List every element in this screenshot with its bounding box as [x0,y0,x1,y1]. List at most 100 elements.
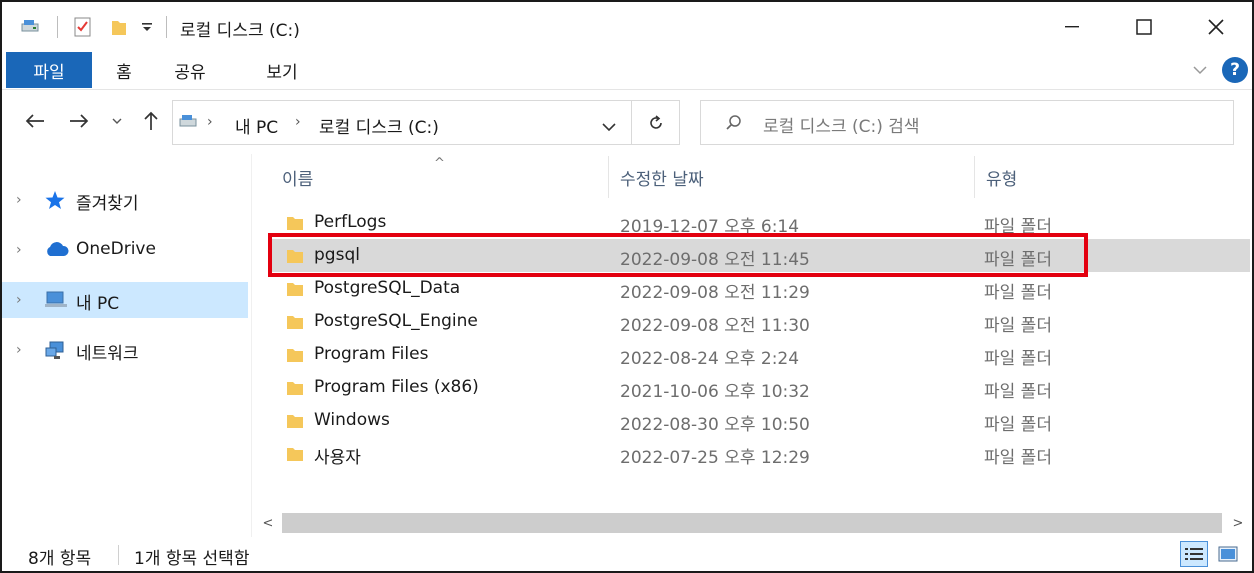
drive-icon[interactable] [20,14,42,40]
folder-icon [286,346,304,364]
tab-view[interactable]: 보기 [254,52,310,88]
column-header-type[interactable]: 유형 [986,154,1017,200]
folder-icon [286,412,304,430]
chevron-right-icon[interactable]: › [16,242,30,258]
file-name: Program Files [314,344,429,364]
status-separator [118,545,119,565]
computer-icon [44,290,68,310]
file-date: 2021-10-06 오후 10:32 [620,382,810,402]
qat-separator [57,16,58,38]
new-folder-icon[interactable] [110,14,128,40]
tab-file[interactable]: 파일 [6,52,92,88]
nav-item-my-pc[interactable]: › 내 PC [2,282,248,318]
breadcrumb-my-pc[interactable]: 내 PC [235,113,278,138]
nav-item-onedrive[interactable]: › OneDrive [2,232,248,268]
nav-label: OneDrive [76,239,156,259]
file-row[interactable]: Program Files (x86) 2021-10-06 오후 10:32 파일… [272,371,1250,404]
explorer-window: 로컬 디스크 (C:) 파일 홈 공유 보기 ? › 내 PC › 로컬 디스크… [0,0,1254,573]
computer-icon [178,113,200,136]
folder-icon [286,313,304,331]
forward-button[interactable] [64,106,94,136]
file-name: PostgreSQL_Data [314,278,461,298]
file-row[interactable]: PostgreSQL_Engine 2022-09-08 오전 11:30 파일 폴… [272,305,1250,338]
scroll-right-icon[interactable]: > [1228,513,1248,533]
file-type: 파일 폴더 [984,283,1052,303]
horizontal-scrollbar[interactable]: < > [254,511,1252,535]
close-button[interactable] [1180,2,1252,52]
address-row: › 내 PC › 로컬 디스크 (C:) 로컬 디스크 (C:) 검색 [2,92,1252,154]
window-title: 로컬 디스크 (C:) [180,21,300,41]
file-name: PostgreSQL_Engine [314,311,478,331]
search-input[interactable]: 로컬 디스크 (C:) 검색 [700,100,1234,145]
breadcrumb-local-disk[interactable]: 로컬 디스크 (C:) [319,113,439,138]
column-header-name[interactable]: 이름 [282,154,313,200]
network-icon [44,340,68,360]
file-type: 파일 폴더 [984,382,1052,402]
sort-ascending-icon: ^ [434,156,445,171]
chevron-right-icon[interactable]: › [16,292,30,308]
maximize-icon [1136,19,1152,35]
folder-icon [286,379,304,397]
arrow-up-icon [144,111,158,130]
selection-count: 1개 항목 선택함 [134,549,250,569]
properties-icon[interactable] [74,14,92,40]
nav-label: 즐겨찾기 [76,194,139,214]
scrollbar-thumb[interactable] [282,513,1222,533]
file-name: Program Files (x86) [314,377,479,397]
file-row[interactable]: Windows 2022-08-30 오후 10:50 파일 폴더 [272,404,1250,437]
breadcrumb-separator-icon: › [207,114,213,130]
customize-qat-icon[interactable] [140,14,154,40]
address-dropdown-icon[interactable] [601,117,617,137]
cloud-icon [44,240,69,260]
column-divider[interactable] [974,156,975,198]
file-type: 파일 폴더 [984,415,1052,435]
column-divider[interactable] [608,156,609,198]
refresh-icon [649,114,662,129]
search-icon [725,114,743,137]
file-row[interactable]: 사용자 2022-07-25 오후 12:29 파일 폴더 [272,437,1250,470]
minimize-button[interactable] [1036,2,1108,52]
file-name: PerfLogs [314,212,387,232]
expand-ribbon-button[interactable] [1190,60,1210,80]
chevron-right-icon[interactable]: › [16,192,30,208]
title-bar: 로컬 디스크 (C:) [2,2,1252,52]
tab-share[interactable]: 공유 [168,52,212,88]
help-icon[interactable]: ? [1222,57,1248,83]
file-date: 2022-07-25 오후 12:29 [620,448,810,468]
folder-icon [286,445,304,463]
arrow-left-icon [25,114,44,128]
close-icon [1208,19,1224,35]
nav-item-network[interactable]: › 네트워크 [2,332,248,368]
search-placeholder: 로컬 디스크 (C:) 검색 [763,117,920,137]
status-bar: 8개 항목 1개 항목 선택함 [2,537,1252,571]
file-date: 2022-08-24 오후 2:24 [620,349,800,369]
large-icons-view-icon [1218,546,1238,562]
breadcrumb-separator-icon: › [295,114,301,130]
details-view-button[interactable] [1180,541,1208,567]
selection-highlight-box [268,233,1088,277]
chevron-right-icon[interactable]: › [16,342,30,358]
recent-locations-button[interactable] [106,106,128,136]
details-view-icon [1185,548,1203,560]
scroll-left-icon[interactable]: < [258,513,278,533]
up-button[interactable] [136,106,166,136]
file-type: 파일 폴더 [984,448,1052,468]
folder-icon [286,214,304,232]
file-date: 2022-09-08 오전 11:30 [620,316,810,336]
maximize-button[interactable] [1108,2,1180,52]
refresh-button[interactable] [632,100,680,145]
file-name: 사용자 [314,448,361,468]
item-count: 8개 항목 [28,549,92,569]
file-date: 2022-08-30 오후 10:50 [620,415,810,435]
large-icons-view-button[interactable] [1214,541,1242,567]
nav-item-quick-access[interactable]: › 즐겨찾기 [2,182,248,218]
arrow-right-icon [70,114,89,128]
back-button[interactable] [20,106,50,136]
file-row[interactable]: Program Files 2022-08-24 오후 2:24 파일 폴더 [272,338,1250,371]
address-bar[interactable]: › 내 PC › 로컬 디스크 (C:) [172,100,632,145]
column-header-date[interactable]: 수정한 날짜 [620,154,704,200]
tab-home[interactable]: 홈 [102,52,146,88]
folder-icon [286,280,304,298]
title-separator [166,16,167,38]
nav-label: 네트워크 [76,344,139,364]
